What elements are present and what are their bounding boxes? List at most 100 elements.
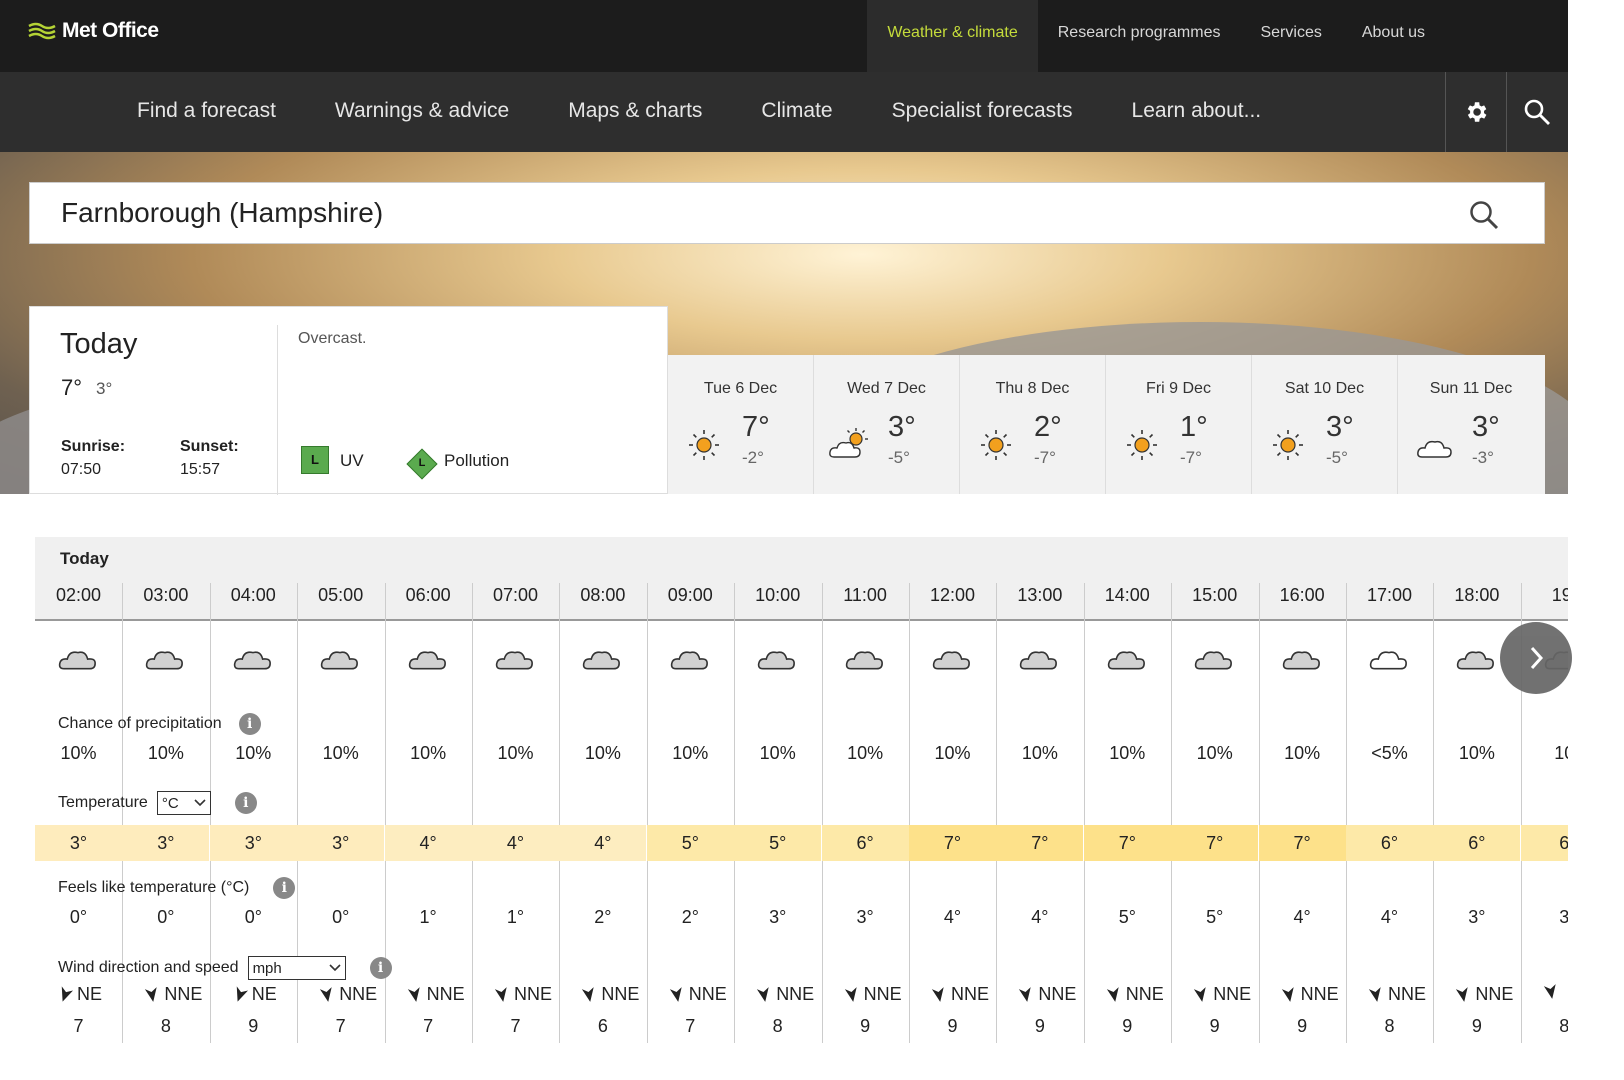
today-description: Overcast. (298, 330, 367, 347)
grey-cloud-icon (233, 651, 271, 670)
scroll-next-button[interactable] (1500, 622, 1572, 694)
wind-arrow-icon (1543, 984, 1556, 999)
hour-column: 13:00 10% 7° 4° NNE 9 (996, 537, 1084, 1043)
hour-time: 18:00 (1454, 585, 1500, 605)
wind-direction: NNE (1368, 984, 1426, 1005)
feels-row-label: Feels like temperature (°C) i (58, 877, 296, 899)
wind-direction: NNE (319, 984, 377, 1005)
hour-column: 10:00 10% 5° 3° NNE 8 (734, 537, 822, 1043)
precip-value: 10% (410, 743, 447, 763)
wind-direction (1543, 984, 1563, 1000)
column-divider (646, 583, 648, 1043)
search-toggle-button[interactable] (1506, 72, 1567, 152)
info-icon[interactable]: i (234, 792, 257, 814)
precip-value: <5% (1371, 743, 1408, 763)
top-link-about[interactable]: About us (1342, 0, 1445, 72)
wind-direction-label: NNE (1125, 984, 1164, 1004)
wind-speed-value: 9 (1209, 1016, 1220, 1036)
day-name: Sat 10 Dec (1284, 380, 1365, 397)
day-tab[interactable]: Wed 7 Dec 3° -5° (814, 355, 960, 494)
card-divider (277, 325, 278, 495)
nav-learn-about[interactable]: Learn about... (1132, 72, 1262, 152)
temp-unit-select[interactable]: °C (156, 791, 211, 815)
pollution-level-badge: L (418, 457, 426, 469)
wind-arrow-icon (61, 985, 74, 1002)
wind-unit-select[interactable]: mph (247, 956, 346, 980)
day-tab[interactable]: Fri 9 Dec 1° -7° (1106, 355, 1252, 494)
wind-direction: NNE (931, 984, 989, 1005)
wind-speed-value: 9 (248, 1016, 259, 1036)
sunset-label: Sunset: (180, 438, 239, 455)
wind-direction: NE (232, 984, 277, 1005)
search-icon[interactable] (1468, 199, 1500, 231)
info-icon[interactable]: i (369, 957, 392, 979)
wind-direction: NE (57, 984, 102, 1005)
day-tab[interactable]: Thu 8 Dec 2° -7° (960, 355, 1106, 494)
column-divider (821, 583, 823, 1043)
info-icon[interactable]: i (273, 877, 296, 899)
temp-value: 6 (1559, 833, 1568, 853)
settings-button[interactable] (1445, 72, 1506, 152)
chevron-right-icon (1530, 646, 1544, 670)
precip-value: 10% (1284, 743, 1321, 763)
today-max-temp: 7° (61, 375, 83, 400)
hour-time: 11:00 (843, 585, 887, 605)
hour-column: 08:00 10% 4° 2° NNE 6 (559, 537, 647, 1043)
nav-warnings-advice[interactable]: Warnings & advice (335, 72, 509, 152)
grey-cloud-icon (583, 651, 621, 670)
hour-column: 11:00 10% 6° 3° NNE 9 (821, 537, 909, 1043)
grey-cloud-icon (58, 651, 96, 670)
nav-find-forecast[interactable]: Find a forecast (137, 72, 276, 152)
top-link-services[interactable]: Services (1240, 0, 1341, 72)
wind-speed-value: 8 (160, 1016, 171, 1036)
day-name: Sun 11 Dec (1429, 380, 1513, 397)
wind-direction-label: NNE (1213, 984, 1252, 1004)
wind-direction-label: NNE (1300, 984, 1339, 1004)
day-min-temp: -5° (888, 448, 910, 467)
hour-column: 18:00 10% 6° 3° NNE 9 (1433, 537, 1521, 1043)
cloud-icon (1417, 440, 1452, 458)
sun-icon (1127, 430, 1157, 460)
location-search-input[interactable]: Farnborough (Hampshire) (29, 182, 1545, 244)
column-divider (472, 583, 473, 1043)
wind-arrow-icon (407, 986, 420, 1002)
nav-climate[interactable]: Climate (761, 72, 832, 152)
wind-arrow-icon (757, 986, 769, 1002)
precip-row-label: Chance of precipitation i (58, 713, 261, 735)
temp-value: 5° (769, 833, 787, 853)
nav-specialist-forecasts[interactable]: Specialist forecasts (892, 72, 1073, 152)
wind-speed-value: 9 (1297, 1016, 1308, 1036)
day-name: Fri 9 Dec (1146, 380, 1211, 397)
uv-level-badge[interactable]: L (301, 446, 329, 474)
wind-arrow-icon (1194, 986, 1206, 1002)
grey-cloud-icon (495, 651, 533, 670)
wind-direction-label: NNE (1038, 984, 1077, 1004)
hour-time: 05:00 (318, 585, 364, 605)
day-tab[interactable]: Tue 6 Dec 7° -2° (668, 355, 814, 494)
wind-speed-value: 9 (1122, 1016, 1133, 1036)
column-divider (909, 583, 910, 1043)
grey-cloud-icon (1195, 651, 1233, 670)
brand-name: Met Office (62, 19, 159, 42)
wind-speed-value: 9 (1471, 1016, 1482, 1036)
day-tab[interactable]: Sun 11 Dec 3° -3° (1398, 355, 1544, 494)
wind-speed-value: 7 (73, 1016, 84, 1036)
brand-logo[interactable]: Met Office (28, 19, 159, 43)
wind-direction-label: NNE (1475, 984, 1514, 1004)
info-icon[interactable]: i (238, 713, 261, 735)
wind-direction-label: NNE (863, 984, 902, 1004)
precip-value: 10% (1109, 743, 1146, 763)
main-nav: Find a forecast Warnings & advice Maps &… (0, 72, 1568, 152)
hour-time: 02:00 (55, 585, 102, 605)
nav-maps-charts[interactable]: Maps & charts (568, 72, 702, 152)
day-tab[interactable]: Sat 10 Dec 3° -5° (1252, 355, 1398, 494)
wind-arrow-icon (1456, 986, 1469, 1002)
wind-speed-value: 9 (1034, 1016, 1045, 1036)
temp-value: 7° (1031, 833, 1049, 853)
grey-cloud-icon (1107, 651, 1145, 670)
today-min-temp: 3° (96, 379, 113, 398)
precip-value: 10% (934, 743, 971, 763)
top-link-research[interactable]: Research programmes (1038, 0, 1241, 72)
top-link-weather-climate[interactable]: Weather & climate (867, 0, 1038, 72)
grey-cloud-icon (1282, 651, 1320, 670)
